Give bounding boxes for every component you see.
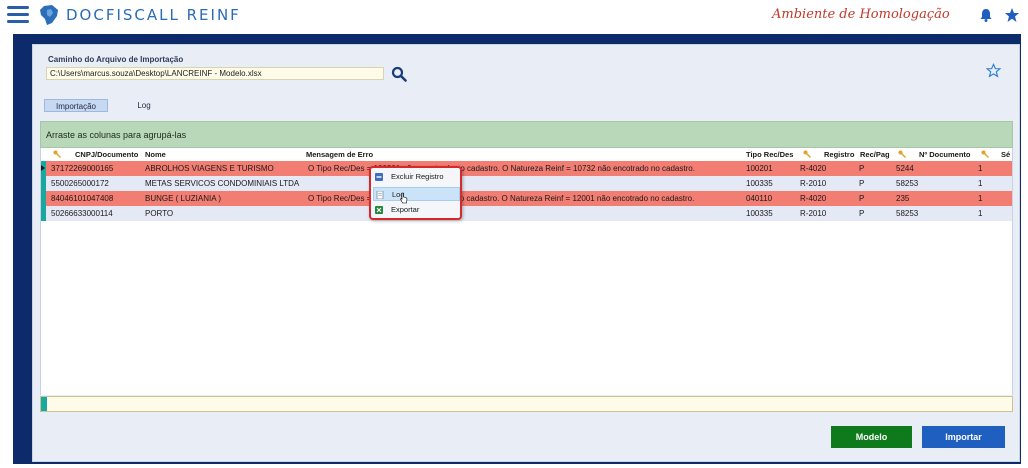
cell-serie: 1 (978, 179, 983, 188)
col-nome[interactable]: Nome (145, 149, 166, 160)
cell-recpag: P (859, 194, 865, 203)
cell-recpag: P (859, 179, 865, 188)
col-documento[interactable]: Nº Documento (919, 149, 971, 160)
col-registro[interactable]: Registro (824, 149, 854, 160)
col-tipo[interactable]: Tipo Rec/Des (746, 149, 793, 160)
delete-icon (375, 173, 383, 181)
cell-tipo: 100201 (746, 164, 773, 173)
row-indicator (41, 191, 46, 206)
cell-registro: R-2010 (800, 209, 827, 218)
cell-registro: R-2010 (800, 179, 827, 188)
importar-button[interactable]: Importar (922, 426, 1005, 448)
group-by-bar[interactable]: Arraste as colunas para agrupá-las (40, 121, 1013, 148)
menu-item-exportar[interactable]: Exportar (373, 203, 460, 217)
table-row[interactable]: 5500265000172 METAS SERVICOS CONDOMINIAI… (41, 176, 1012, 191)
cell-documento: 235 (896, 194, 910, 203)
favorite-star-icon[interactable] (1004, 7, 1020, 23)
menu-item-excluir-registro[interactable]: Excluir Registro (373, 170, 460, 184)
key-icon (803, 150, 811, 158)
col-serie[interactable]: Sé (1001, 149, 1010, 160)
col-mensagem[interactable]: Mensagem de Erro (306, 149, 373, 160)
document-icon (376, 191, 384, 199)
table-row[interactable]: 84046101047408 BUNGE ( LUZIANIA ) O Tipo… (41, 191, 1012, 206)
search-icon[interactable] (391, 66, 407, 82)
brand-title: DOCFISCALL REINF (66, 6, 241, 24)
hand-cursor-icon (400, 192, 408, 204)
col-recpag[interactable]: Rec/Pag (860, 149, 890, 160)
cell-registro: R-4020 (800, 164, 827, 173)
cell-documento: 58253 (896, 209, 919, 218)
cell-cnpj: 50266633000114 (51, 209, 113, 218)
cell-cnpj: 37172269000165 (51, 164, 114, 173)
grid-footer-bar (40, 396, 1013, 412)
cell-registro: R-4020 (800, 194, 827, 203)
row-indicator (41, 206, 46, 221)
col-cnpj[interactable]: CNPJ/Documento (75, 149, 138, 160)
menu-icon[interactable] (7, 6, 29, 24)
menu-item-label: Exportar (391, 205, 420, 214)
table-row[interactable]: 50266633000114 PORTO 100335 R-2010 P 582… (41, 206, 1012, 221)
cell-serie: 1 (978, 194, 983, 203)
cell-tipo: 040110 (746, 194, 773, 203)
notification-bell-icon[interactable] (978, 7, 994, 23)
cell-documento: 58253 (896, 179, 919, 188)
cell-nome: BUNGE ( LUZIANIA ) (145, 194, 222, 203)
cell-cnpj: 5500265000172 (51, 179, 109, 188)
cell-nome: ABROLHOS VIAGENS E TURISMO (145, 164, 274, 173)
cell-nome: METAS SERVICOS CONDOMINIAIS LTDA (145, 179, 300, 188)
cell-nome: PORTO (145, 209, 174, 218)
brazil-map-logo (40, 5, 58, 25)
path-label: Caminho do Arquivo de Importação (48, 55, 184, 64)
key-icon (981, 150, 989, 158)
row-indicator (41, 176, 46, 191)
modelo-button[interactable]: Modelo (831, 426, 912, 448)
star-outline-icon[interactable] (986, 63, 1001, 78)
key-icon (53, 150, 61, 158)
cell-serie: 1 (978, 164, 983, 173)
grid-header: CNPJ/Documento Nome Mensagem de Erro Tip… (41, 148, 1012, 160)
table-row[interactable]: 37172269000165 ABROLHOS VIAGENS E TURISM… (41, 161, 1012, 176)
cell-tipo: 100335 (746, 179, 773, 188)
tab-log[interactable]: Log (132, 99, 156, 112)
footer-indicator (41, 397, 47, 411)
cell-serie: 1 (978, 209, 983, 218)
cell-cnpj: 84046101047408 (51, 194, 114, 203)
cell-tipo: 100335 (746, 209, 773, 218)
tab-importacao[interactable]: Importação (44, 99, 108, 112)
excel-icon (375, 206, 383, 214)
menu-item-label: Excluir Registro (391, 172, 444, 181)
menu-item-log[interactable]: Log (373, 187, 460, 201)
current-row-arrow-icon (41, 165, 45, 171)
cell-recpag: P (859, 164, 865, 173)
import-grid: CNPJ/Documento Nome Mensagem de Erro Tip… (40, 148, 1013, 395)
file-path-input[interactable]: C:\Users\marcus.souza\Desktop\LANCREINF … (46, 67, 384, 80)
context-menu: Excluir Registro Log Exportar (369, 166, 462, 220)
top-bar: DOCFISCALL REINF Ambiente de Homologação (0, 0, 1028, 30)
environment-label: Ambiente de Homologação (772, 7, 950, 22)
cell-recpag: P (859, 209, 865, 218)
cell-documento: 5244 (896, 164, 914, 173)
key-icon (898, 150, 906, 158)
